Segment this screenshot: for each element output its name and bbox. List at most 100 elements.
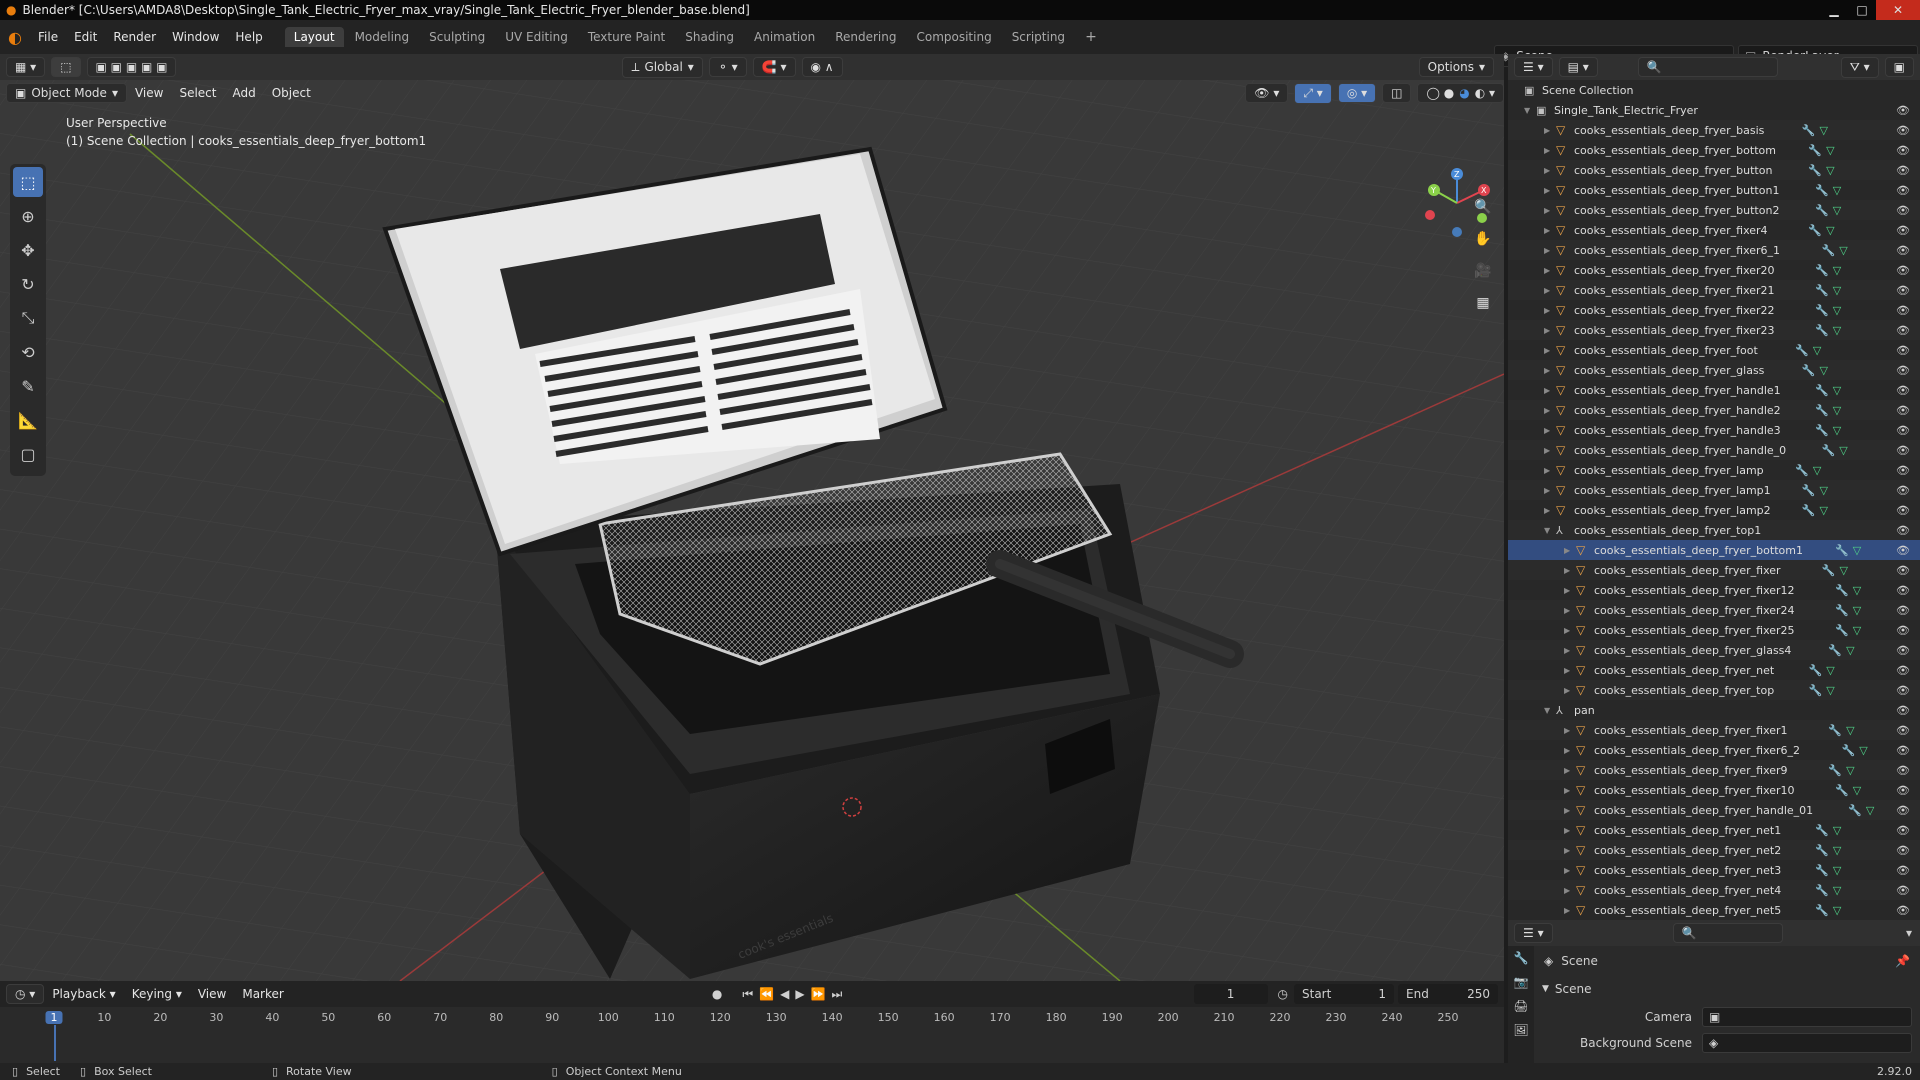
transform-tool-icon[interactable]: ⟲ <box>13 337 43 367</box>
play-icon[interactable]: ▶ <box>795 987 804 1001</box>
wrench-icon[interactable]: 🔧 <box>1822 564 1836 577</box>
outliner-item[interactable]: ▶ ▽ cooks_essentials_deep_fryer_fixer21 🔧 ▽ 👁 <box>1508 280 1920 300</box>
wrench-icon[interactable]: 🔧 <box>1822 244 1836 257</box>
collapsed-arrow-icon[interactable]: ▶ <box>1564 626 1576 635</box>
wrench-icon[interactable]: 🔧 <box>1795 464 1809 477</box>
mesh-data-icon[interactable]: ▽ <box>1813 344 1821 357</box>
visibility-eye-icon[interactable]: 👁 <box>1896 324 1910 337</box>
visibility-eye-icon[interactable]: 👁 <box>1896 224 1910 237</box>
visibility-eye-icon[interactable]: 👁 <box>1896 584 1910 597</box>
expanded-arrow-icon[interactable]: ▼ <box>1544 706 1556 715</box>
visibility-eye-icon[interactable]: 👁 <box>1896 764 1910 777</box>
collapsed-arrow-icon[interactable]: ▶ <box>1564 566 1576 575</box>
mesh-data-icon[interactable]: ▽ <box>1833 904 1841 917</box>
visibility-eye-icon[interactable]: 👁 <box>1896 264 1910 277</box>
outliner-item[interactable]: ▶ ▽ cooks_essentials_deep_fryer_fixer10 🔧 ▽ 👁 <box>1508 780 1920 800</box>
tab-texture-paint[interactable]: Texture Paint <box>579 27 674 47</box>
mesh-data-icon[interactable]: ▽ <box>1826 164 1834 177</box>
tab-uv-editing[interactable]: UV Editing <box>496 27 577 47</box>
collapsed-arrow-icon[interactable]: ▶ <box>1544 386 1556 395</box>
tab-animation[interactable]: Animation <box>745 27 824 47</box>
outliner-root[interactable]: ▣ Scene Collection <box>1508 80 1920 100</box>
mesh-data-icon[interactable]: ▽ <box>1846 644 1854 657</box>
ortho-grid-icon[interactable]: ▦ <box>1470 290 1496 316</box>
outliner-item[interactable]: ▶ ▽ cooks_essentials_deep_fryer_net4 🔧 ▽ 👁 <box>1508 880 1920 900</box>
outliner-item[interactable]: ▶ ▽ cooks_essentials_deep_fryer_fixer9 🔧 ▽ 👁 <box>1508 760 1920 780</box>
collapsed-arrow-icon[interactable]: ▶ <box>1544 506 1556 515</box>
add-workspace-icon[interactable]: + <box>1076 26 1106 48</box>
menu-edit[interactable]: Edit <box>66 30 105 44</box>
outliner-item[interactable]: ▶ ▽ cooks_essentials_deep_fryer_top 🔧 ▽ 👁 <box>1508 680 1920 700</box>
outliner-item[interactable]: ▶ ▽ cooks_essentials_deep_fryer_fixer4 🔧 ▽ 👁 <box>1508 220 1920 240</box>
wrench-icon[interactable]: 🔧 <box>1815 844 1829 857</box>
camera-view-icon[interactable]: 🎥 <box>1470 258 1496 284</box>
outliner-item[interactable]: ▶ ▽ cooks_essentials_deep_fryer_net5 🔧 ▽ 👁 <box>1508 900 1920 920</box>
visibility-eye-icon[interactable]: 👁 <box>1896 664 1910 677</box>
visibility-eye-icon[interactable]: 👁 <box>1896 804 1910 817</box>
output-tab-icon[interactable]: 🖨 <box>1508 994 1534 1018</box>
menu-file[interactable]: File <box>30 30 66 44</box>
zoom-icon[interactable]: 🔍 <box>1470 194 1496 220</box>
wrench-icon[interactable]: 🔧 <box>1815 384 1829 397</box>
wrench-icon[interactable]: 🔧 <box>1815 904 1829 917</box>
mesh-data-icon[interactable]: ▽ <box>1826 684 1834 697</box>
mesh-data-icon[interactable]: ▽ <box>1820 124 1828 137</box>
wrench-icon[interactable]: 🔧 <box>1809 684 1823 697</box>
outliner-item[interactable]: ▶ ▽ cooks_essentials_deep_fryer_fixer23 🔧 ▽ 👁 <box>1508 320 1920 340</box>
collapsed-arrow-icon[interactable]: ▶ <box>1564 886 1576 895</box>
wrench-icon[interactable]: 🔧 <box>1828 764 1842 777</box>
visibility-eye-icon[interactable]: 👁 <box>1896 244 1910 257</box>
menu-select[interactable]: Select <box>171 86 224 100</box>
wrench-icon[interactable]: 🔧 <box>1828 644 1842 657</box>
menu-render[interactable]: Render <box>105 30 164 44</box>
outliner-item[interactable]: ▶ ▽ cooks_essentials_deep_fryer_fixer20 🔧 ▽ 👁 <box>1508 260 1920 280</box>
collapsed-arrow-icon[interactable]: ▶ <box>1544 146 1556 155</box>
collapsed-arrow-icon[interactable]: ▶ <box>1544 186 1556 195</box>
tab-shading[interactable]: Shading <box>676 27 743 47</box>
tab-rendering[interactable]: Rendering <box>826 27 905 47</box>
mesh-data-icon[interactable]: ▽ <box>1839 444 1847 457</box>
visibility-eye-icon[interactable]: 👁 <box>1896 864 1910 877</box>
visibility-eye-icon[interactable]: 👁 <box>1896 204 1910 217</box>
outliner-item[interactable]: ▶ ▽ cooks_essentials_deep_fryer_button 🔧 ▽ 👁 <box>1508 160 1920 180</box>
outliner-item[interactable]: ▶ ▽ cooks_essentials_deep_fryer_fixer1 🔧 ▽ 👁 <box>1508 720 1920 740</box>
mesh-data-icon[interactable]: ▽ <box>1833 184 1841 197</box>
expanded-arrow-icon[interactable]: ▼ <box>1524 106 1536 115</box>
mesh-data-icon[interactable]: ▽ <box>1866 804 1874 817</box>
collapsed-arrow-icon[interactable]: ▶ <box>1564 606 1576 615</box>
wrench-icon[interactable]: 🔧 <box>1802 484 1816 497</box>
visibility-eye-icon[interactable]: 👁 <box>1896 824 1910 837</box>
visibility-eye-icon[interactable]: 👁 <box>1896 644 1910 657</box>
menu-add[interactable]: Add <box>224 86 263 100</box>
collapsed-arrow-icon[interactable]: ▶ <box>1564 726 1576 735</box>
mode-dropdown[interactable]: ▣ Object Mode ▾ <box>6 83 127 103</box>
pan-hand-icon[interactable]: ✋ <box>1470 226 1496 252</box>
collapsed-arrow-icon[interactable]: ▶ <box>1564 866 1576 875</box>
outliner-item[interactable]: ▶ ▽ cooks_essentials_deep_fryer_lamp1 🔧 ▽ 👁 <box>1508 480 1920 500</box>
new-collection-icon[interactable]: ▣ <box>1884 57 1914 77</box>
wrench-icon[interactable]: 🔧 <box>1795 344 1809 357</box>
visibility-eye-icon[interactable]: 👁 <box>1896 384 1910 397</box>
wrench-icon[interactable]: 🔧 <box>1835 584 1849 597</box>
collapsed-arrow-icon[interactable]: ▶ <box>1544 266 1556 275</box>
collapsed-arrow-icon[interactable]: ▶ <box>1544 466 1556 475</box>
mesh-data-icon[interactable]: ▽ <box>1846 724 1854 737</box>
outliner-item[interactable]: ▶ ▽ cooks_essentials_deep_fryer_net 🔧 ▽ 👁 <box>1508 660 1920 680</box>
mesh-data-icon[interactable]: ▽ <box>1826 144 1834 157</box>
clock-icon[interactable]: ◷ <box>1278 987 1288 1001</box>
collapsed-arrow-icon[interactable]: ▶ <box>1544 406 1556 415</box>
tab-modeling[interactable]: Modeling <box>346 27 419 47</box>
visibility-eye-icon[interactable]: 👁 <box>1896 184 1910 197</box>
overlay-toggle[interactable]: ◎ ▾ <box>1337 83 1377 103</box>
outliner-item[interactable]: ▶ ▽ cooks_essentials_deep_fryer_fixer6_2 🔧 ▽… <box>1508 740 1920 760</box>
outliner-item[interactable]: ▶ ▽ cooks_essentials_deep_fryer_glass 🔧 ▽ 👁 <box>1508 360 1920 380</box>
tool-tab-icon[interactable]: 🔧 <box>1508 946 1534 970</box>
scale-tool-icon[interactable]: ⤡ <box>13 303 43 333</box>
outliner-item[interactable]: ▶ ▽ cooks_essentials_deep_fryer_bottom 🔧 ▽ 👁 <box>1508 140 1920 160</box>
mesh-data-icon[interactable]: ▽ <box>1813 464 1821 477</box>
collapsed-arrow-icon[interactable]: ▶ <box>1564 826 1576 835</box>
collapsed-arrow-icon[interactable]: ▶ <box>1544 286 1556 295</box>
visibility-eye-icon[interactable]: 👁 <box>1896 604 1910 617</box>
mesh-data-icon[interactable]: ▽ <box>1833 304 1841 317</box>
play-reverse-icon[interactable]: ◀ <box>780 987 789 1001</box>
